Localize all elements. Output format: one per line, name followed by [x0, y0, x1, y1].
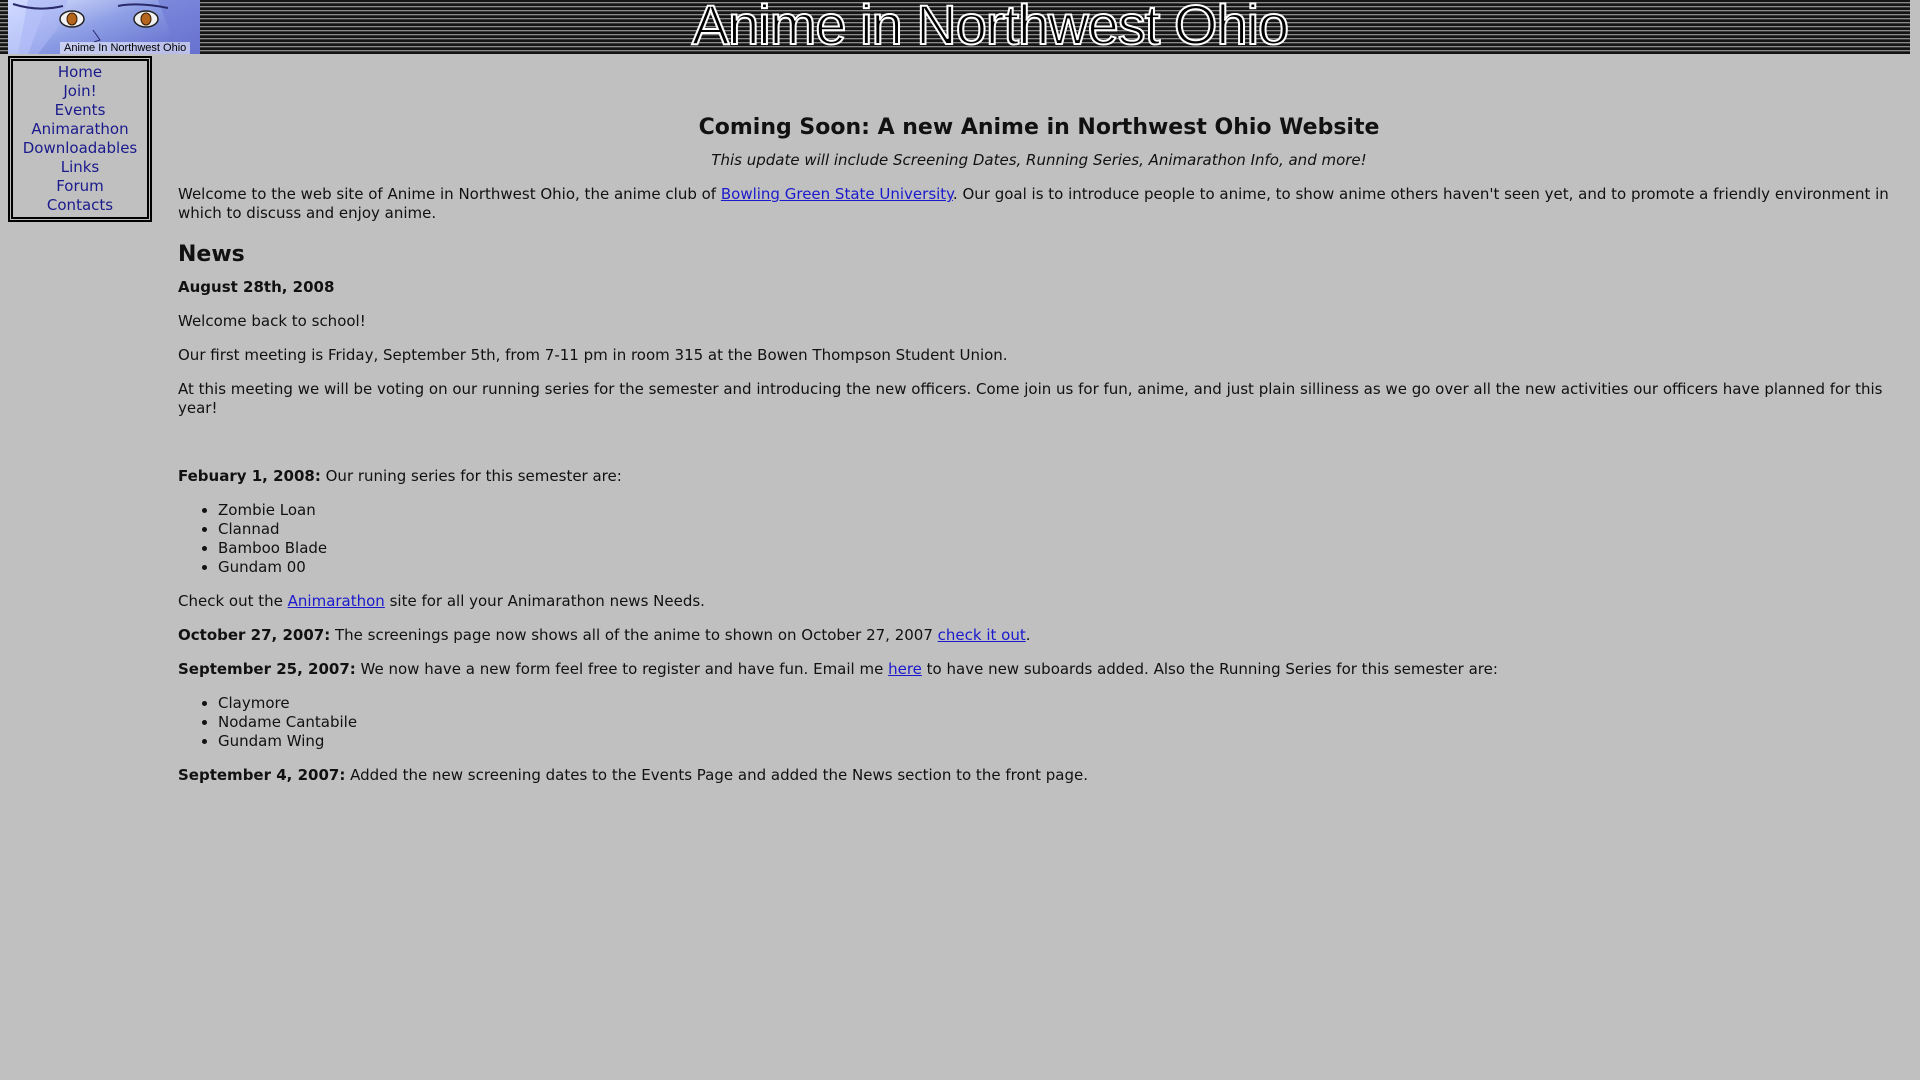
news-text: .	[1025, 626, 1031, 644]
nav-item-forum[interactable]: Forum	[10, 177, 150, 196]
bgsu-link[interactable]: Bowling Green State University	[721, 185, 953, 203]
nav-item-contacts[interactable]: Contacts	[10, 196, 150, 215]
news-text: to have new suboards added. Also the Run…	[921, 660, 1498, 678]
news-item: October 27, 2007: The screenings page no…	[178, 626, 1900, 645]
news-text: We now have a new form feel free to regi…	[355, 660, 889, 678]
nav-item-links[interactable]: Links	[10, 158, 150, 177]
main-content: Coming Soon: A new Anime in Northwest Oh…	[178, 115, 1900, 800]
animarathon-link[interactable]: Animarathon	[288, 592, 385, 610]
news-text: Our runing series for this semester are:	[320, 467, 622, 485]
list-item: Zombie Loan	[218, 501, 1900, 520]
site-title: Anime in Northwest Ohio	[691, 0, 1290, 54]
nav-item-home[interactable]: Home	[10, 63, 150, 82]
news-text: Check out the	[178, 592, 288, 610]
nav-item-downloadables[interactable]: Downloadables	[10, 139, 150, 158]
nav-item-animarathon[interactable]: Animarathon	[10, 120, 150, 139]
nav-item-events[interactable]: Events	[10, 101, 150, 120]
list-item: Claymore	[218, 694, 1900, 713]
list-item: Bamboo Blade	[218, 539, 1900, 558]
list-item: Clannad	[218, 520, 1900, 539]
nav-menu: Home Join! Events Animarathon Downloadab…	[7, 55, 153, 223]
email-here-link[interactable]: here	[888, 660, 922, 678]
coming-soon-heading: Coming Soon: A new Anime in Northwest Oh…	[698, 115, 1380, 140]
news-paragraph: At this meeting we will be voting on our…	[178, 380, 1883, 417]
site-header: Anime In Northwest Ohio Anime in Northwe…	[0, 0, 1910, 54]
news-text: Added the new screening dates to the Eve…	[345, 766, 1089, 784]
news-text: site for all your Animarathon news Needs…	[384, 592, 705, 610]
list-item: Nodame Cantabile	[218, 713, 1900, 732]
news-date: August 28th, 2008	[178, 278, 1900, 297]
news-date-sep4-2007: September 4, 2007:	[178, 766, 346, 784]
nav-item-join[interactable]: Join!	[10, 82, 150, 101]
list-item: Gundam 00	[218, 558, 1900, 577]
animarathon-paragraph: Check out the Animarathon site for all y…	[178, 592, 1900, 611]
series-list: Zombie Loan Clannad Bamboo Blade Gundam …	[178, 501, 1900, 577]
news-date-aug-2008: August 28th, 2008	[178, 278, 335, 296]
welcome-paragraph: Welcome to the web site of Anime in Nort…	[178, 185, 1900, 223]
series-list: Claymore Nodame Cantabile Gundam Wing	[178, 694, 1900, 751]
news-item: Febuary 1, 2008: Our runing series for t…	[178, 467, 1900, 486]
news-date-sep25-2007: September 25, 2007:	[178, 660, 356, 678]
update-note: This update will include Screening Dates…	[711, 151, 1367, 169]
news-item: September 25, 2007: We now have a new fo…	[178, 660, 1900, 679]
news-item: September 4, 2007: Added the new screeni…	[178, 766, 1900, 785]
news-paragraph: Our first meeting is Friday, September 5…	[178, 346, 1008, 364]
list-item: Gundam Wing	[218, 732, 1900, 751]
news-heading: News	[178, 242, 245, 267]
news-text: The screenings page now shows all of the…	[330, 626, 938, 644]
news-date-feb-2008: Febuary 1, 2008:	[178, 467, 321, 485]
news-paragraph: Welcome back to school!	[178, 312, 366, 330]
news-date-oct-2007: October 27, 2007:	[178, 626, 331, 644]
welcome-text: Welcome to the web site of Anime in Nort…	[178, 185, 721, 203]
check-it-out-link[interactable]: check it out	[938, 626, 1026, 644]
